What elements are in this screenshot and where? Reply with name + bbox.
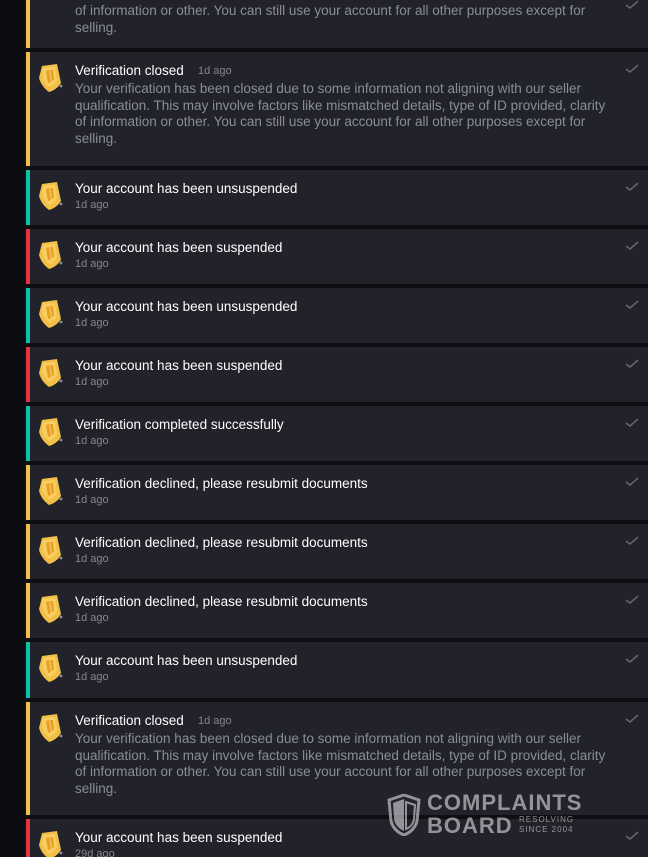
notification-time: 1d ago xyxy=(75,494,109,506)
notification-body: Your verification has been closed due to… xyxy=(75,81,606,146)
yellow-shield-badge-icon xyxy=(37,653,63,683)
notification-status-accent xyxy=(26,288,30,343)
yellow-shield-badge-icon xyxy=(37,417,63,447)
notification-status-accent xyxy=(26,406,30,461)
notification-status-accent xyxy=(26,52,30,166)
notification-title: Verification closed xyxy=(75,713,184,728)
notification-item[interactable]: Verification declined, please resubmit d… xyxy=(26,583,648,642)
notification-item[interactable]: Your account has been suspended 1d ago xyxy=(26,347,648,406)
yellow-shield-badge-icon xyxy=(37,63,63,93)
notification-time: 1d ago xyxy=(198,715,232,727)
notification-time: 1d ago xyxy=(198,65,232,77)
shield-logo-icon xyxy=(387,793,421,837)
notification-status-accent xyxy=(26,347,30,402)
notification-item[interactable]: Your account has been unsuspended 1d ago xyxy=(26,288,648,347)
notification-status-accent xyxy=(26,465,30,520)
notification-title: Verification declined, please resubmit d… xyxy=(75,476,368,491)
read-checkmark-icon[interactable] xyxy=(625,297,639,309)
notification-time: 1d ago xyxy=(75,376,109,388)
notification-title: Verification completed successfully xyxy=(75,417,284,432)
notification-list: of information or other. You can still u… xyxy=(26,0,648,857)
yellow-shield-badge-icon xyxy=(37,181,63,211)
notification-time: 1d ago xyxy=(75,435,109,447)
notification-body: of information or other. You can still u… xyxy=(75,3,586,35)
notification-time: 1d ago xyxy=(75,317,109,329)
read-checkmark-icon[interactable] xyxy=(625,179,639,191)
notification-status-accent xyxy=(26,524,30,579)
notification-status-accent xyxy=(26,583,30,638)
yellow-shield-badge-icon xyxy=(37,713,63,743)
notification-status-accent xyxy=(26,0,30,48)
notification-title: Your account has been suspended xyxy=(75,830,283,845)
yellow-shield-badge-icon xyxy=(37,299,63,329)
read-checkmark-icon[interactable] xyxy=(625,0,639,9)
read-checkmark-icon[interactable] xyxy=(625,356,639,368)
read-checkmark-icon[interactable] xyxy=(625,711,639,723)
notification-title: Your account has been suspended xyxy=(75,358,283,373)
read-checkmark-icon[interactable] xyxy=(625,828,639,840)
notification-item[interactable]: Verification completed successfully 1d a… xyxy=(26,406,648,465)
read-checkmark-icon[interactable] xyxy=(625,651,639,663)
notification-item[interactable]: Verification declined, please resubmit d… xyxy=(26,465,648,524)
yellow-shield-badge-icon xyxy=(37,830,63,857)
watermark-brand-bottom: BOARD xyxy=(427,813,513,838)
yellow-shield-badge-icon xyxy=(37,240,63,270)
notification-body: Your verification has been closed due to… xyxy=(75,731,606,796)
notification-item[interactable]: of information or other. You can still u… xyxy=(26,0,648,52)
notification-title: Verification closed xyxy=(75,63,184,78)
notification-status-accent xyxy=(26,229,30,284)
notification-item[interactable]: Your account has been unsuspended 1d ago xyxy=(26,170,648,229)
notification-status-accent xyxy=(26,642,30,698)
notification-time: 1d ago xyxy=(75,258,109,270)
read-checkmark-icon[interactable] xyxy=(625,238,639,250)
notification-title: Your account has been unsuspended xyxy=(75,653,298,668)
read-checkmark-icon[interactable] xyxy=(625,415,639,427)
yellow-shield-badge-icon xyxy=(37,594,63,624)
notification-status-accent xyxy=(26,170,30,225)
notification-time: 1d ago xyxy=(75,199,109,211)
notification-title: Verification declined, please resubmit d… xyxy=(75,594,368,609)
read-checkmark-icon[interactable] xyxy=(625,474,639,486)
notification-status-accent xyxy=(26,819,30,857)
notification-item[interactable]: Verification closed 1d ago Your verifica… xyxy=(26,52,648,170)
notifications-screen: of information or other. You can still u… xyxy=(0,0,648,857)
notification-title: Your account has been suspended xyxy=(75,240,283,255)
watermark-tagline-top: RESOLVING xyxy=(519,815,575,824)
watermark-brand-top: COMPLAINTS xyxy=(427,790,583,815)
notification-item[interactable]: Verification declined, please resubmit d… xyxy=(26,524,648,583)
notification-time: 1d ago xyxy=(75,553,109,565)
notification-time: 1d ago xyxy=(75,671,109,683)
notification-status-accent xyxy=(26,702,30,815)
notification-time: 1d ago xyxy=(75,612,109,624)
notification-item[interactable]: Your account has been unsuspended 1d ago xyxy=(26,642,648,702)
yellow-shield-badge-icon xyxy=(37,358,63,388)
yellow-shield-badge-icon xyxy=(37,476,63,506)
notification-title: Your account has been unsuspended xyxy=(75,299,298,314)
read-checkmark-icon[interactable] xyxy=(625,61,639,73)
read-checkmark-icon[interactable] xyxy=(625,592,639,604)
read-checkmark-icon[interactable] xyxy=(625,533,639,545)
complaints-board-watermark: COMPLAINTS BOARD RESOLVING SINCE 2004 xyxy=(387,790,601,837)
notification-title: Verification declined, please resubmit d… xyxy=(75,535,368,550)
notification-time: 29d ago xyxy=(75,848,115,857)
yellow-shield-badge-icon xyxy=(37,535,63,565)
notification-title: Your account has been unsuspended xyxy=(75,181,298,196)
watermark-tagline-bottom: SINCE 2004 xyxy=(519,825,574,834)
left-gutter xyxy=(0,0,24,857)
notification-item[interactable]: Your account has been suspended 1d ago xyxy=(26,229,648,288)
